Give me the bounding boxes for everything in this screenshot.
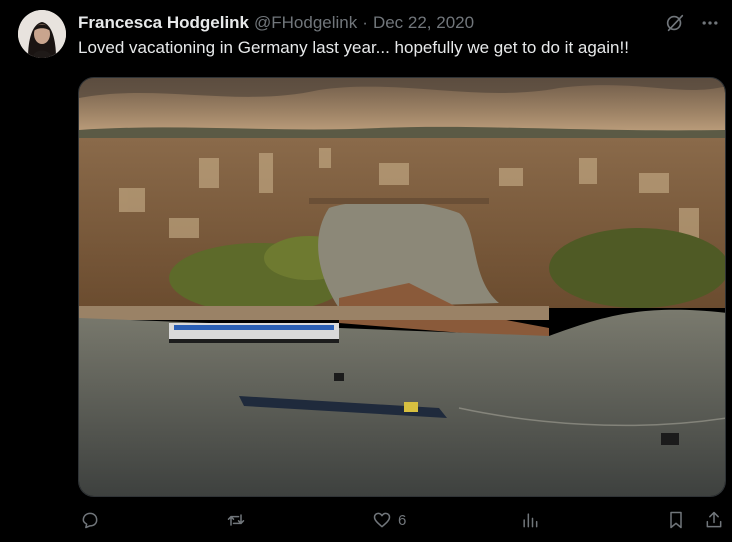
heart-icon <box>373 512 391 528</box>
tweet-text: Loved vacationing in Germany last year..… <box>78 38 629 57</box>
retweet-button[interactable] <box>226 510 246 530</box>
like-button[interactable]: 6 <box>372 510 406 530</box>
reply-icon <box>82 512 98 529</box>
separator-dot: · <box>362 13 368 32</box>
tweet-actions: 6 <box>0 510 732 540</box>
more-icon[interactable] <box>700 13 720 38</box>
bookmark-button[interactable] <box>666 510 686 530</box>
bookmark-icon <box>670 511 682 529</box>
author-handle[interactable]: @FHodgelink <box>254 13 357 33</box>
views-button[interactable] <box>520 510 540 530</box>
author-name[interactable]: Francesca Hodgelink <box>78 13 249 33</box>
share-button[interactable] <box>704 510 724 530</box>
retweet-icon <box>227 514 245 526</box>
avatar[interactable] <box>18 10 66 58</box>
tweet-header: Francesca Hodgelink @FHodgelink · Dec 22… <box>78 12 720 34</box>
tweet-photo[interactable] <box>78 77 726 497</box>
views-icon <box>523 513 538 528</box>
grok-icon[interactable] <box>664 12 686 39</box>
like-count: 6 <box>398 511 407 529</box>
tweet-date[interactable]: Dec 22, 2020 <box>373 13 474 33</box>
reply-button[interactable] <box>80 510 100 530</box>
share-icon <box>706 511 722 528</box>
